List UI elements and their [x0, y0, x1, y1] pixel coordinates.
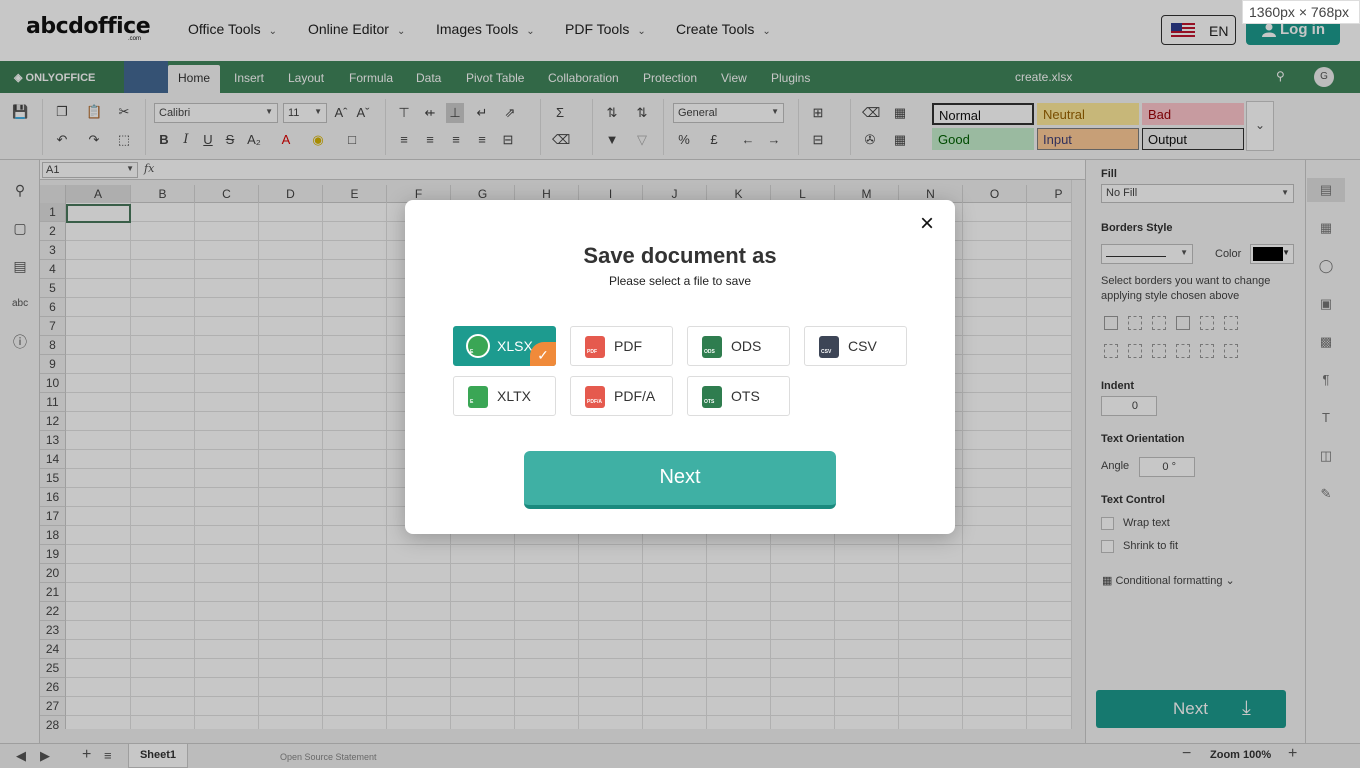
format-option-pdf[interactable]: PDF PDF [570, 326, 673, 366]
format-option-xltx[interactable]: E XLTX [453, 376, 556, 416]
close-icon[interactable]: × [915, 212, 939, 237]
file-icon-tag: OTS [704, 399, 715, 405]
checkmark-icon: ✓ [530, 342, 556, 366]
file-icon-tag: ODS [704, 349, 715, 355]
file-icon-tag: E [470, 349, 474, 355]
csv-file-icon: CSV [819, 336, 839, 358]
dialog-subtitle: Please select a file to save [608, 274, 752, 288]
pdf-file-icon: PDF [585, 336, 605, 358]
file-icon-tag: CSV [821, 349, 832, 355]
ods-file-icon: ODS [702, 336, 722, 358]
save-as-dialog: × Save document as Please select a file … [405, 200, 955, 534]
file-icon-tag: PDF/A [587, 399, 602, 405]
format-label: CSV [848, 338, 877, 354]
next-button[interactable]: Next [524, 451, 836, 509]
format-label: PDF [614, 338, 642, 354]
dialog-title: Save document as [583, 243, 777, 268]
format-label: PDF/A [614, 388, 656, 404]
format-option-xlsx[interactable]: E XLSX ✓ [453, 326, 556, 366]
screen-size-badge: 1360px × 768px [1242, 0, 1360, 24]
format-option-pdfa[interactable]: PDF/A PDF/A [570, 376, 673, 416]
format-label: OTS [731, 388, 760, 404]
ots-file-icon: OTS [702, 386, 722, 408]
format-label: XLTX [497, 388, 531, 404]
file-icon-tag: PDF [587, 349, 597, 355]
format-option-ots[interactable]: OTS OTS [687, 376, 790, 416]
xltx-file-icon: E [468, 386, 488, 408]
format-label: ODS [731, 338, 762, 354]
xlsx-file-icon: E [466, 334, 490, 358]
pdfa-file-icon: PDF/A [585, 386, 605, 408]
format-option-ods[interactable]: ODS ODS [687, 326, 790, 366]
file-icon-tag: E [470, 399, 474, 405]
format-label: XLSX [497, 338, 533, 354]
format-option-csv[interactable]: CSV CSV [804, 326, 907, 366]
